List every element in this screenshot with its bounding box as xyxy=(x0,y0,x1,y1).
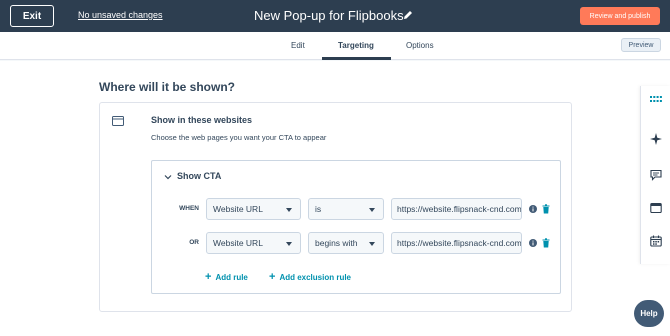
trash-icon[interactable] xyxy=(542,204,550,214)
operator-select[interactable]: is xyxy=(308,198,384,220)
review-and-publish-button[interactable]: Review and publish xyxy=(580,7,660,25)
exit-button[interactable]: Exit xyxy=(10,5,54,27)
field-select[interactable]: Website URL xyxy=(206,198,301,220)
section-heading: Where will it be shown? xyxy=(99,80,236,94)
add-exclusion-rule-button[interactable]: + Add exclusion rule xyxy=(269,271,351,283)
help-button[interactable]: Help xyxy=(634,300,664,327)
field-select-value: Website URL xyxy=(213,238,263,248)
add-exclusion-rule-label: Add exclusion rule xyxy=(279,272,352,282)
caret-down-icon xyxy=(286,242,292,246)
preview-button[interactable]: Preview xyxy=(621,38,661,52)
operator-select-value: is xyxy=(315,204,322,214)
card-subtitle: Choose the web pages you want your CTA t… xyxy=(151,133,327,142)
rule-row-when: WHEN Website URL is https://website.flip… xyxy=(152,198,560,220)
unsaved-changes-link[interactable]: No unsaved changes xyxy=(78,10,163,20)
card-title: Show in these websites xyxy=(151,115,253,125)
tab-targeting[interactable]: Targeting xyxy=(338,41,374,50)
operator-select-value: begins with xyxy=(315,238,358,248)
caret-down-icon xyxy=(369,242,375,246)
rule-label-when: WHEN xyxy=(179,205,199,212)
chat-icon[interactable] xyxy=(650,169,662,181)
info-icon[interactable] xyxy=(529,239,537,247)
panel-icon[interactable] xyxy=(650,202,662,214)
show-cta-panel: Show CTA WHEN Website URL is https://web… xyxy=(151,160,561,294)
trash-icon[interactable] xyxy=(542,238,550,248)
ai-sparkle-icon[interactable] xyxy=(650,133,662,145)
apps-grid-icon[interactable] xyxy=(650,94,662,106)
browser-window-icon xyxy=(112,116,124,126)
operator-select[interactable]: begins with xyxy=(308,232,384,254)
main-content: Where will it be shown? Show in these we… xyxy=(0,61,670,336)
field-select[interactable]: Website URL xyxy=(206,232,301,254)
plus-icon: + xyxy=(205,271,212,283)
plus-icon: + xyxy=(269,271,276,283)
info-icon[interactable] xyxy=(529,205,537,213)
caret-down-icon xyxy=(286,208,292,212)
tab-bar: Edit Targeting Options Preview xyxy=(0,32,670,60)
url-input[interactable]: https://website.flipsnack-cnd.com xyxy=(391,198,522,220)
rule-row-or: OR Website URL begins with https://websi… xyxy=(152,232,560,254)
add-rule-label: Add rule xyxy=(215,272,248,282)
caret-down-icon xyxy=(369,208,375,212)
chevron-down-icon[interactable] xyxy=(164,173,172,181)
add-rule-button[interactable]: + Add rule xyxy=(205,271,248,283)
rule-label-or: OR xyxy=(189,239,199,246)
field-select-value: Website URL xyxy=(213,204,263,214)
url-input[interactable]: https://website.flipsnack-cnd.com xyxy=(391,232,522,254)
pencil-icon[interactable] xyxy=(402,9,414,21)
active-tab-indicator xyxy=(322,57,391,60)
page-title: New Pop-up for Flipbooks xyxy=(254,8,404,23)
top-bar: Exit No unsaved changes New Pop-up for F… xyxy=(0,0,670,32)
right-sidebar xyxy=(640,86,670,264)
tab-edit[interactable]: Edit xyxy=(291,41,305,50)
websites-card: Show in these websites Choose the web pa… xyxy=(99,102,572,312)
tab-options[interactable]: Options xyxy=(406,41,434,50)
calendar-icon[interactable] xyxy=(650,235,662,247)
show-cta-toggle[interactable]: Show CTA xyxy=(177,171,221,181)
